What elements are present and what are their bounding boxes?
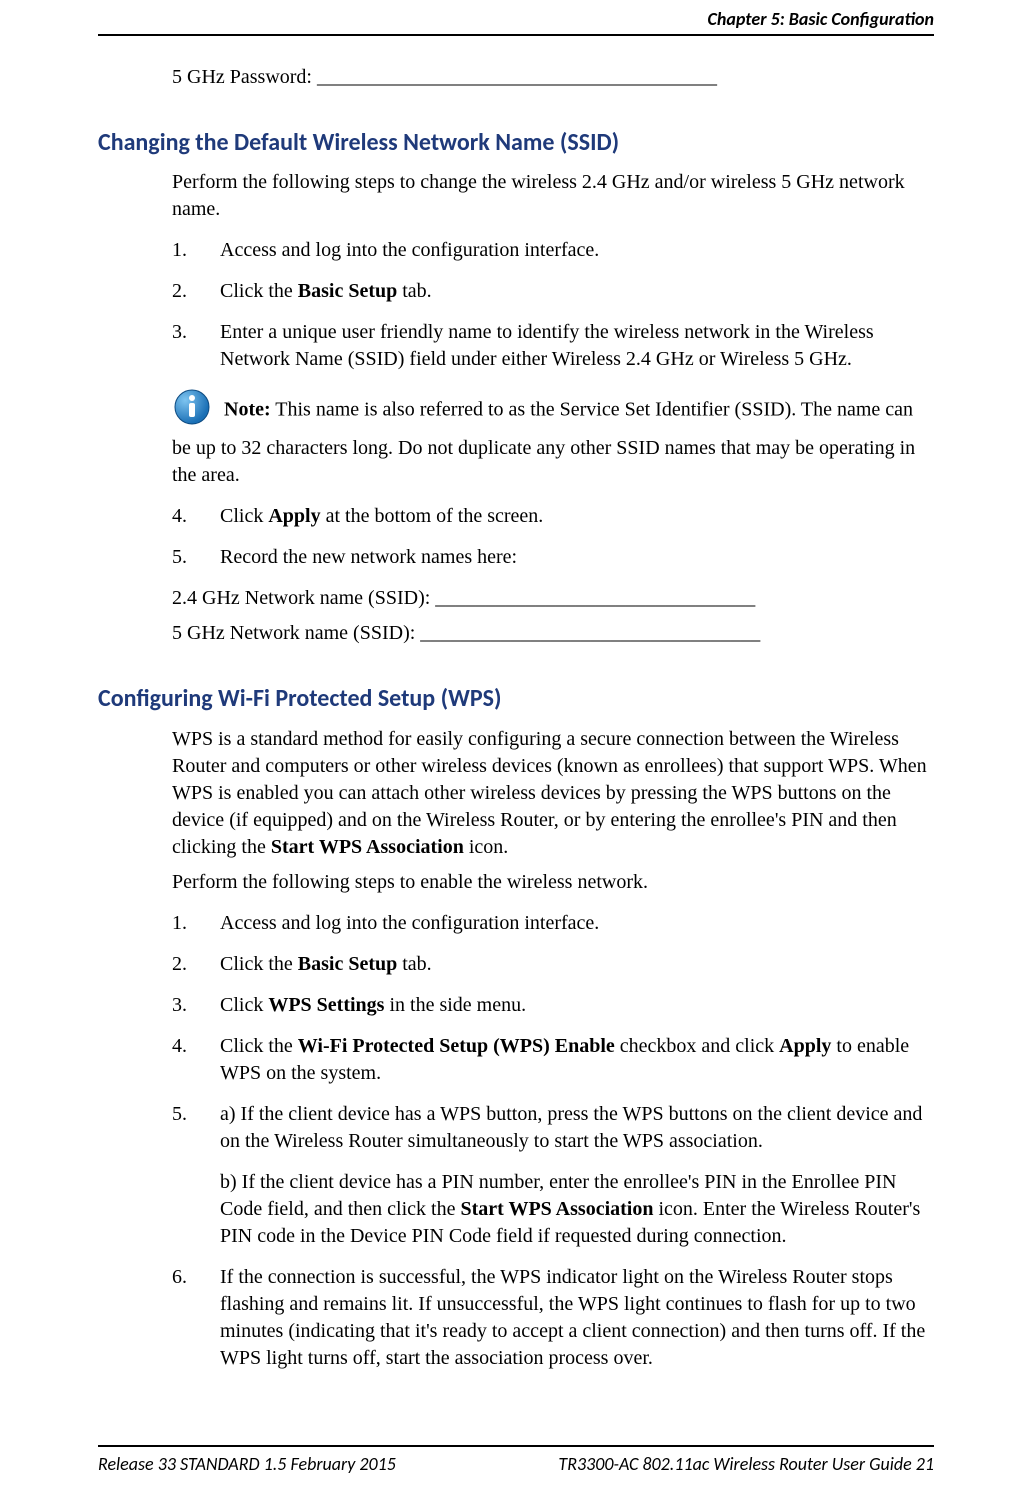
record-5ghz: 5 GHz Network name (SSID): _____________…	[172, 620, 934, 647]
wps-steps: Access and log into the configuration in…	[172, 910, 934, 1372]
wps-perform: Perform the following steps to enable th…	[172, 869, 934, 896]
password-5ghz-line: 5 GHz Password: ________________________…	[172, 64, 934, 91]
wps-step-1: Access and log into the configuration in…	[172, 910, 934, 937]
page-footer: Release 33 STANDARD 1.5 February 2015 TR…	[98, 1445, 934, 1475]
wps-step-4: Click the Wi-Fi Protected Setup (WPS) En…	[172, 1033, 934, 1087]
note-label: Note:	[224, 399, 271, 421]
chapter-label: Chapter 5: Basic Configuration	[708, 8, 934, 30]
info-icon	[172, 387, 212, 435]
ssid-step-1: Access and log into the configuration in…	[172, 237, 934, 264]
wps-step-3: Click WPS Settings in the side menu.	[172, 992, 934, 1019]
page-header: Chapter 5: Basic Configuration	[98, 0, 934, 36]
record-24ghz: 2.4 GHz Network name (SSID): ___________…	[172, 585, 934, 612]
footer-left: Release 33 STANDARD 1.5 February 2015	[98, 1453, 396, 1475]
note-block: Note: This name is also referred to as t…	[172, 387, 934, 489]
ssid-step-2: Click the Basic Setup tab.	[172, 278, 934, 305]
heading-wps: Configuring Wi-Fi Protected Setup (WPS)	[98, 683, 934, 715]
heading-change-ssid: Changing the Default Wireless Network Na…	[98, 127, 934, 159]
footer-right: TR3300-AC 802.11ac Wireless Router User …	[558, 1453, 934, 1475]
ssid-steps-cont: Click Apply at the bottom of the screen.…	[172, 503, 934, 571]
ssid-step-4: Click Apply at the bottom of the screen.	[172, 503, 934, 530]
wps-step-5: a) If the client device has a WPS button…	[172, 1101, 934, 1250]
ssid-step-3: Enter a unique user friendly name to ide…	[172, 319, 934, 373]
ssid-step-5: Record the new network names here:	[172, 544, 934, 571]
ssid-steps: Access and log into the configuration in…	[172, 237, 934, 373]
ssid-intro: Perform the following steps to change th…	[172, 169, 934, 223]
note-text: This name is also referred to as the Ser…	[172, 399, 915, 486]
wps-intro: WPS is a standard method for easily conf…	[172, 726, 934, 861]
wps-step-6: If the connection is successful, the WPS…	[172, 1264, 934, 1372]
wps-step-2: Click the Basic Setup tab.	[172, 951, 934, 978]
